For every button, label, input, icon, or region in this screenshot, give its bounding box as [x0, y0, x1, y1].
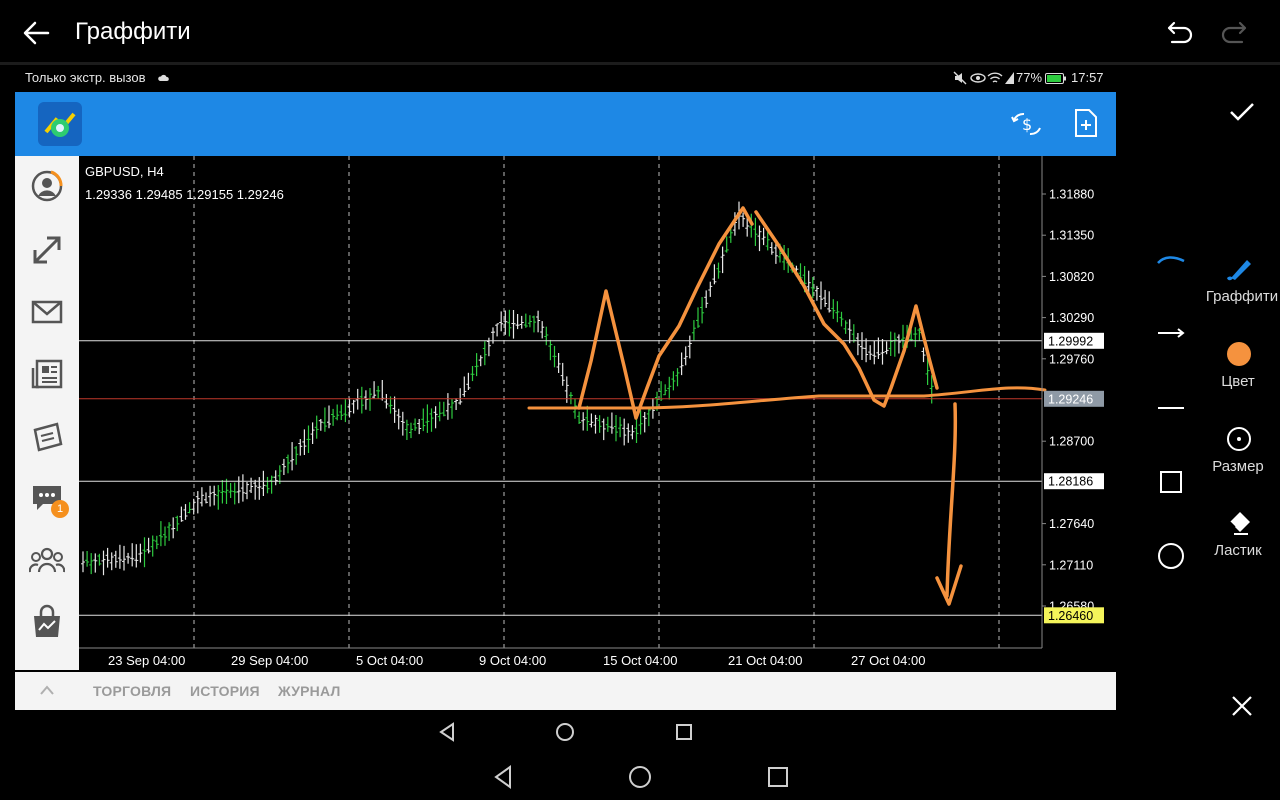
nav-back-icon[interactable] [436, 721, 458, 743]
battery-percent: 77% [1016, 70, 1043, 85]
chevron-up-icon[interactable] [39, 684, 55, 696]
mute-icon [953, 71, 967, 85]
color-swatch-icon[interactable] [1226, 341, 1252, 367]
market-bag-icon[interactable] [29, 604, 65, 640]
date-label: 9 Oct 04:00 [479, 653, 546, 668]
circle-icon[interactable] [1157, 542, 1185, 570]
nav-recents-icon[interactable] [673, 721, 695, 743]
cloud-icon [158, 74, 169, 81]
app-header: $ [15, 92, 1116, 156]
freehand-line-icon[interactable] [1156, 252, 1186, 268]
rectangle-icon[interactable] [1159, 470, 1183, 494]
tab-history[interactable]: ИСТОРИЯ [190, 683, 260, 699]
close-icon[interactable] [1230, 694, 1254, 718]
price-label: 1.27110 [1049, 558, 1093, 572]
date-label: 15 Oct 04:00 [603, 653, 677, 668]
graffiti-label[interactable]: Граффити [1197, 288, 1280, 305]
date-label: 23 Sep 04:00 [108, 653, 185, 668]
straight-line-icon[interactable] [1156, 400, 1186, 416]
date-label: 29 Sep 04:00 [231, 653, 308, 668]
price-bars [81, 201, 934, 576]
level-label: 1.29992 [1048, 334, 1093, 348]
arrow-line-icon[interactable] [1156, 325, 1186, 341]
currency-exchange-icon[interactable]: $ [1010, 110, 1044, 138]
size-icon[interactable] [1226, 426, 1252, 452]
brush-icon[interactable] [1225, 256, 1255, 282]
svg-text:$: $ [1022, 115, 1032, 134]
tab-journal[interactable]: ЖУРНАЛ [278, 683, 340, 699]
level-label: 1.29246 [1048, 392, 1093, 406]
chart-ohlc: 1.29336 1.29485 1.29155 1.29246 [85, 187, 284, 202]
price-label: 1.29760 [1049, 352, 1094, 366]
color-label[interactable]: Цвет [1193, 373, 1280, 390]
calendar-icon[interactable] [29, 418, 65, 454]
quotes-icon[interactable] [29, 168, 65, 204]
community-icon[interactable] [29, 542, 65, 578]
bottom-tabs: ТОРГОВЛЯ ИСТОРИЯ ЖУРНАЛ [15, 672, 1116, 710]
level-label: 1.28186 [1048, 475, 1093, 489]
app-title: Граффити [75, 18, 191, 45]
chat-badge: 1 [51, 500, 69, 518]
mail-icon[interactable] [29, 294, 65, 330]
time-axis: 23 Sep 04:00 29 Sep 04:00 5 Oct 04:00 9 Oct… [108, 653, 925, 668]
redo-icon[interactable] [1220, 20, 1248, 44]
confirm-check-icon[interactable] [1228, 100, 1256, 124]
price-label: 1.27640 [1049, 517, 1094, 531]
eraser-label[interactable]: Ластик [1193, 542, 1280, 559]
system-home-icon[interactable] [627, 764, 653, 790]
price-label: 1.31880 [1049, 188, 1094, 202]
nav-home-icon[interactable] [554, 721, 576, 743]
eye-icon [970, 73, 986, 83]
clock: 17:57 [1071, 70, 1104, 85]
size-label[interactable]: Размер [1193, 458, 1280, 475]
system-back-icon[interactable] [490, 764, 516, 790]
app-bar: Граффити [0, 0, 1280, 62]
metatrader-logo[interactable] [38, 102, 82, 146]
tab-trade[interactable]: ТОРГОВЛЯ [93, 683, 171, 699]
level-label: 1.26460 [1048, 609, 1093, 623]
graffiti-drawing [527, 206, 1047, 606]
trade-arrows-icon[interactable] [29, 232, 65, 268]
back-arrow-icon[interactable] [22, 19, 50, 47]
chart-symbol: GBPUSD, H4 [85, 164, 164, 179]
date-label: 21 Oct 04:00 [728, 653, 802, 668]
undo-icon[interactable] [1166, 20, 1194, 44]
price-chart[interactable]: GBPUSD, H4 1.29336 1.29485 1.29155 1.292… [79, 156, 1116, 670]
date-label: 27 Oct 04:00 [851, 653, 925, 668]
price-label: 1.30820 [1049, 270, 1094, 284]
eraser-icon[interactable] [1226, 510, 1252, 536]
sidebar: 1 [15, 156, 79, 670]
new-order-icon[interactable] [1073, 108, 1099, 138]
graffiti-toolbar: Граффити Цвет Размер Ластик [1140, 90, 1280, 740]
wifi-icon [987, 72, 1003, 83]
level-lines [79, 340, 1042, 616]
price-level-labels: 1.29992 1.29246 1.28186 1.26460 [1044, 332, 1104, 624]
battery-icon [1045, 73, 1066, 84]
status-left-text: Только экстр. вызов [25, 70, 146, 85]
price-label: 1.28700 [1049, 435, 1094, 449]
chart-header: GBPUSD, H4 1.29336 1.29485 1.29155 1.292… [85, 164, 284, 202]
signal-icon [1005, 72, 1014, 84]
divider [0, 62, 1280, 65]
system-recents-icon[interactable] [765, 764, 791, 790]
news-icon[interactable] [29, 356, 65, 392]
price-label: 1.31350 [1049, 229, 1094, 243]
status-bar: Только экстр. вызов 77% 17:57 [15, 66, 1116, 90]
price-label: 1.30290 [1049, 311, 1094, 325]
date-label: 5 Oct 04:00 [356, 653, 423, 668]
